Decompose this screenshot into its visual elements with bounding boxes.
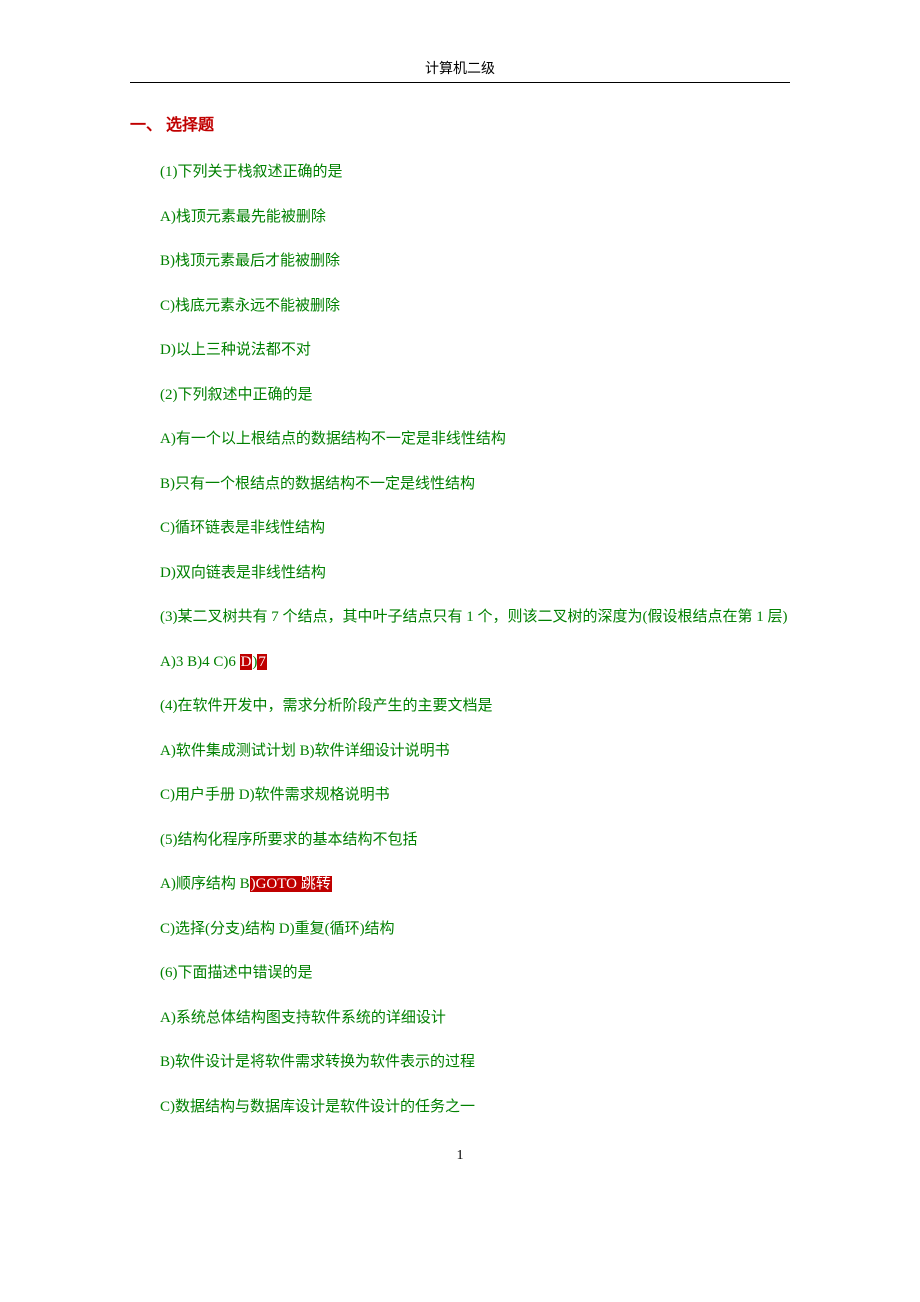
q4-stem: (4)在软件开发中，需求分析阶段产生的主要文档是 xyxy=(130,695,790,718)
q2-option-c: C)循环链表是非线性结构 xyxy=(130,517,790,540)
q5-options-line1: A)顺序结构 B)GOTO 跳转 xyxy=(130,873,790,896)
q3-highlight-d: D xyxy=(240,654,253,670)
page-number: 1 xyxy=(130,1148,790,1164)
q6-option-a: A)系统总体结构图支持软件系统的详细设计 xyxy=(130,1007,790,1030)
q4-options-line1: A)软件集成测试计划 B)软件详细设计说明书 xyxy=(130,740,790,763)
q3-stem: (3)某二叉树共有 7 个结点，其中叶子结点只有 1 个，则该二叉树的深度为(假… xyxy=(130,606,790,629)
q2-option-d: D)双向链表是非线性结构 xyxy=(130,562,790,585)
header-rule xyxy=(130,82,790,83)
q1-option-d: D)以上三种说法都不对 xyxy=(130,339,790,362)
q3-options-prefix: A)3 B)4 C)6 xyxy=(160,654,240,670)
q1-stem: (1)下列关于栈叙述正确的是 xyxy=(130,161,790,184)
page-header: 计算机二级 xyxy=(130,58,790,78)
q6-option-b: B)软件设计是将软件需求转换为软件表示的过程 xyxy=(130,1051,790,1074)
q2-option-a: A)有一个以上根结点的数据结构不一定是非线性结构 xyxy=(130,428,790,451)
section-heading: 一、 选择题 xyxy=(130,111,790,135)
q6-stem: (6)下面描述中错误的是 xyxy=(130,962,790,985)
q3-highlight-7: 7 xyxy=(257,654,267,670)
q5-options-line2: C)选择(分支)结构 D)重复(循环)结构 xyxy=(130,918,790,941)
q4-options-line2: C)用户手册 D)软件需求规格说明书 xyxy=(130,784,790,807)
q2-option-b: B)只有一个根结点的数据结构不一定是线性结构 xyxy=(130,473,790,496)
q5-line1-prefix: A)顺序结构 B xyxy=(160,876,250,892)
q1-option-c: C)栈底元素永远不能被删除 xyxy=(130,295,790,318)
q6-option-c: C)数据结构与数据库设计是软件设计的任务之一 xyxy=(130,1096,790,1119)
q5-highlight-goto: )GOTO 跳转 xyxy=(250,876,332,892)
header-title: 计算机二级 xyxy=(425,62,495,77)
q1-option-b: B)栈顶元素最后才能被删除 xyxy=(130,250,790,273)
q5-stem: (5)结构化程序所要求的基本结构不包括 xyxy=(130,829,790,852)
q2-stem: (2)下列叙述中正确的是 xyxy=(130,384,790,407)
q1-option-a: A)栈顶元素最先能被删除 xyxy=(130,206,790,229)
document-page: 计算机二级 一、 选择题 (1)下列关于栈叙述正确的是 A)栈顶元素最先能被删除… xyxy=(0,0,920,1204)
q3-options: A)3 B)4 C)6 D)7 xyxy=(130,651,790,674)
